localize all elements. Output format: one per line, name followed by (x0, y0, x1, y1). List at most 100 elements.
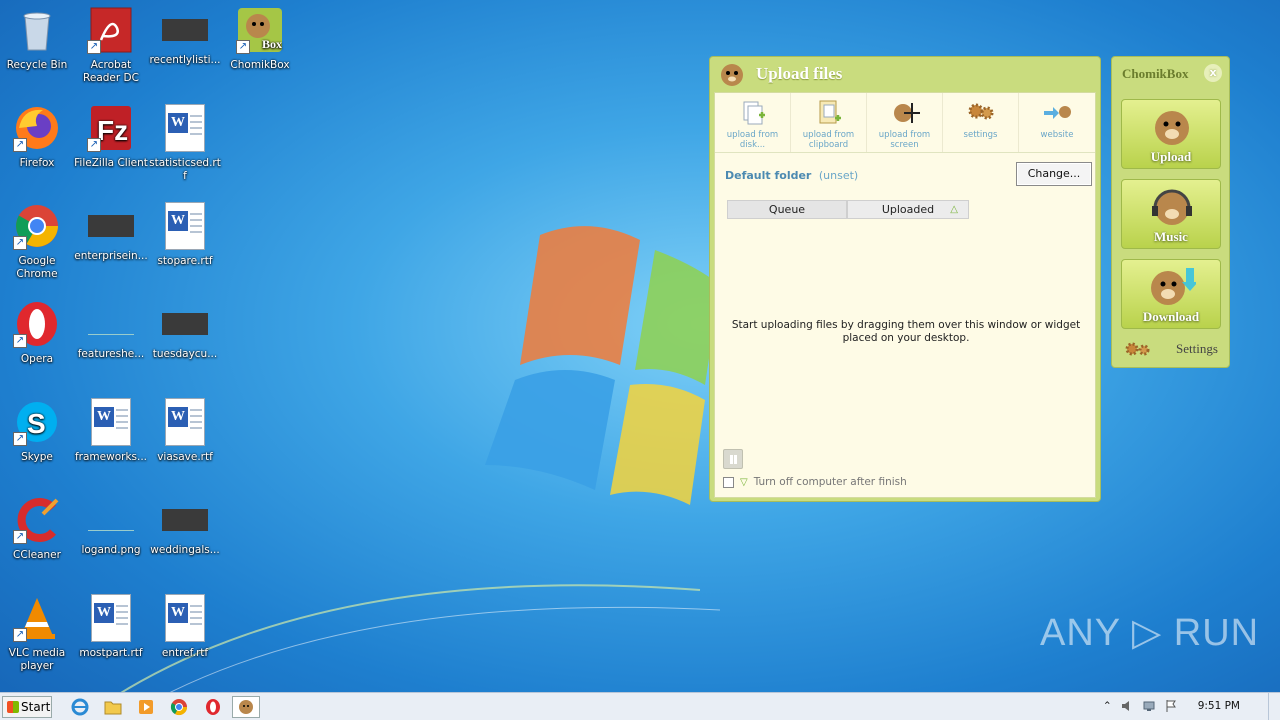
widget-settings-label: Settings (1176, 341, 1218, 356)
system-tray: ⌃ 9:51 PM (1103, 699, 1240, 713)
taskbar-ie-button[interactable] (66, 696, 94, 718)
file-thumbnail-icon (162, 313, 208, 335)
widget-close-button[interactable]: x (1204, 64, 1222, 82)
screen-capture-icon (893, 103, 920, 123)
svg-text:Box: Box (262, 37, 282, 51)
svg-text:Fz: Fz (97, 115, 128, 146)
upload-window-body: upload from disk... upload from clipboar… (714, 92, 1096, 498)
show-hidden-icons-icon[interactable]: ⌃ (1103, 700, 1112, 712)
svg-text:S: S (27, 408, 46, 439)
desktop-icon-enterprisein[interactable]: enterprisein... (74, 202, 148, 294)
opera-icon: ↗ (13, 300, 61, 348)
desktop-icon-statisticsed[interactable]: W statisticsed.rtf (148, 104, 222, 196)
word-document-icon: W (91, 594, 131, 642)
file-thumbnail-icon (88, 509, 134, 531)
clipboard-icon (819, 100, 841, 124)
desktop-icon-weddingals[interactable]: weddingals... (148, 496, 222, 588)
desktop-icon-frameworks[interactable]: W frameworks... (74, 398, 148, 490)
desktop-icon-filezilla[interactable]: Fz ↗ FileZilla Client (74, 104, 148, 196)
file-thumbnail-icon (88, 313, 134, 335)
hamster-download-icon (1151, 268, 1196, 305)
file-thumbnail-icon (162, 509, 208, 531)
chomikbox-icon: Box ↗ (236, 6, 284, 54)
vlc-icon: ↗ (13, 594, 61, 642)
firefox-icon: ↗ (13, 104, 61, 152)
file-thumbnail-icon (88, 215, 134, 237)
settings-button[interactable]: settings (943, 93, 1019, 152)
change-folder-button[interactable]: Change... (1016, 162, 1092, 186)
acrobat-reader-icon: ↗ (87, 6, 135, 54)
ccleaner-icon: ↗ (13, 496, 61, 544)
recycle-bin-icon (23, 12, 51, 51)
desktop-icon-logand[interactable]: logand.png (74, 496, 148, 588)
pause-button[interactable] (723, 449, 743, 469)
upload-from-clipboard-button[interactable]: upload from clipboard (791, 93, 867, 152)
network-icon[interactable] (1142, 699, 1156, 713)
default-folder-value: (unset) (818, 169, 859, 182)
word-document-icon: W (91, 398, 131, 446)
action-center-flag-icon[interactable] (1164, 699, 1178, 713)
empty-queue-message: Start uploading files by dragging them o… (731, 319, 1081, 344)
desktop-icon-entref[interactable]: W entref.rtf (148, 594, 222, 686)
windows-logo-wallpaper (485, 226, 720, 505)
chomikbox-icon (239, 700, 253, 714)
taskbar-chomikbox-button[interactable] (232, 696, 260, 718)
opera-icon (206, 699, 220, 715)
start-button[interactable]: Start (2, 696, 52, 718)
chrome-icon (170, 699, 188, 716)
volume-icon[interactable] (1120, 699, 1134, 713)
widget-download-button[interactable]: Download (1121, 259, 1221, 329)
word-document-icon: W (165, 202, 205, 250)
upload-tabs: Queue Uploaded △ (727, 200, 969, 219)
upload-window-title: Upload files (756, 64, 843, 83)
taskbar-chrome-button[interactable] (165, 696, 193, 718)
chomik-logo-icon (721, 64, 743, 86)
show-desktop-button[interactable] (1268, 693, 1280, 720)
shutdown-option-row: ▽ Turn off computer after finish (723, 476, 907, 488)
desktop-icon-tuesdaycu[interactable]: tuesdaycu... (148, 300, 222, 392)
upload-toolbar: upload from disk... upload from clipboar… (715, 93, 1095, 153)
desktop-icon-stopare[interactable]: W stopare.rtf (148, 202, 222, 294)
desktop-icon-chomikbox[interactable]: Box ↗ ChomikBox (223, 6, 297, 98)
word-document-icon: W (165, 398, 205, 446)
chomikbox-widget[interactable]: ChomikBox x Upload Music Download Settin… (1111, 56, 1230, 368)
desktop-icon-recentlylisti[interactable]: recentlylisti... (148, 6, 222, 98)
clock[interactable]: 9:51 PM (1198, 700, 1240, 712)
expand-triangle-icon[interactable]: ▽ (740, 477, 748, 488)
media-player-icon (139, 700, 153, 714)
taskbar-opera-button[interactable] (199, 696, 227, 718)
upload-disk-icon (743, 101, 765, 125)
upload-from-screen-button[interactable]: upload from screen (867, 93, 943, 152)
gears-icon (1125, 342, 1150, 356)
widget-upload-button[interactable]: Upload (1121, 99, 1221, 169)
upload-files-window[interactable]: Upload files upload from disk... upload … (709, 56, 1101, 502)
desktop-icon-opera[interactable]: ↗ Opera (0, 300, 74, 392)
internet-explorer-icon (71, 698, 89, 716)
desktop-icon-recycle-bin[interactable]: Recycle Bin (0, 6, 74, 98)
widget-music-button[interactable]: Music (1121, 179, 1221, 249)
desktop-icon-acrobat[interactable]: ↗ Acrobat Reader DC (74, 6, 148, 98)
tab-uploaded[interactable]: Uploaded △ (847, 200, 969, 219)
file-thumbnail-icon (162, 19, 208, 41)
website-button[interactable]: website (1019, 93, 1095, 152)
desktop-icon-skype[interactable]: S ↗ Skype (0, 398, 74, 490)
desktop-icon-mostpart[interactable]: W mostpart.rtf (74, 594, 148, 686)
taskbar-media-player-button[interactable] (132, 696, 160, 718)
taskbar: Start ⌃ 9:51 PM (0, 692, 1280, 720)
shutdown-label: Turn off computer after finish (753, 476, 907, 488)
word-document-icon: W (165, 594, 205, 642)
hamster-music-icon (1152, 189, 1192, 225)
desktop-icon-vlc[interactable]: ↗ VLC media player (0, 594, 74, 686)
shutdown-checkbox[interactable] (723, 476, 734, 488)
desktop-icon-chrome[interactable]: ↗ Google Chrome (0, 202, 74, 294)
upload-from-disk-button[interactable]: upload from disk... (715, 93, 791, 152)
desktop-icon-firefox[interactable]: ↗ Firefox (0, 104, 74, 196)
taskbar-explorer-button[interactable] (99, 696, 127, 718)
desktop-icon-ccleaner[interactable]: ↗ CCleaner (0, 496, 74, 588)
widget-settings-link[interactable]: Settings (1124, 341, 1218, 357)
tab-queue[interactable]: Queue (727, 200, 847, 219)
upload-window-header[interactable]: Upload files (710, 57, 1100, 91)
desktop-icon-viasave[interactable]: W viasave.rtf (148, 398, 222, 490)
default-folder-row: Default folder (unset) (725, 169, 858, 182)
desktop-icon-featureshe[interactable]: featureshe... (74, 300, 148, 392)
